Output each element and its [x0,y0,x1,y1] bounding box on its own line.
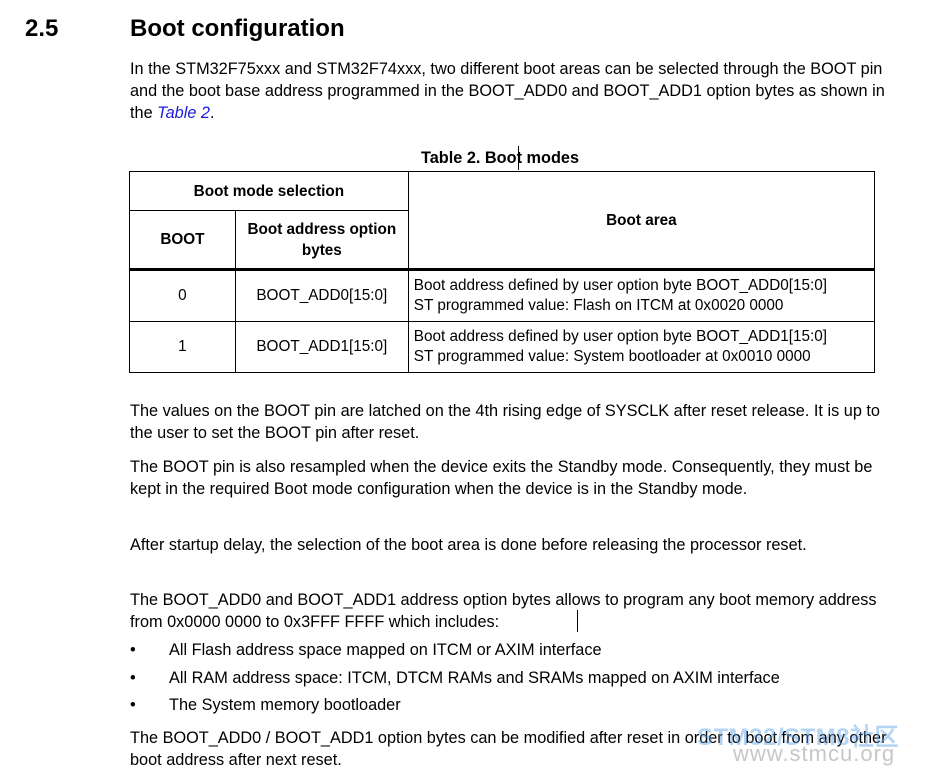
table-row: 0 BOOT_ADD0[15:0] Boot address defined b… [129,269,876,322]
header-boot-mode-selection: Boot mode selection [129,171,409,211]
section-title: Boot configuration [130,15,345,42]
cell-area: Boot address defined by user option byte… [407,269,876,322]
text-cursor [577,610,578,632]
closing-paragraph: The BOOT_ADD0 / BOOT_ADD1 option bytes c… [130,729,887,769]
list-item-text: All RAM address space: ITCM, DTCM RAMs a… [169,669,780,687]
paragraph: The BOOT pin is also resampled when the … [130,458,873,498]
cell-boot: 0 [129,269,236,322]
cell-area: Boot address defined by user option byte… [407,321,876,373]
cell-area-line: ST programmed value: Flash on ITCM at 0x… [413,297,784,314]
list-item-text: All Flash address space mapped on ITCM o… [169,641,602,659]
table-row: 1 BOOT_ADD1[15:0] Boot address defined b… [129,321,876,373]
paragraph: The values on the BOOT pin are latched o… [130,402,880,442]
boot-modes-table: Boot mode selection Boot area BOOT Boot … [129,171,876,373]
text-cursor [518,146,519,170]
cell-area-line: Boot address defined by user option byte… [413,327,828,345]
list-item-text: The System memory bootloader [169,696,401,714]
cell-area-line: Boot address defined by user option byte… [413,276,828,294]
header-boot: BOOT [129,210,236,271]
bullet-icon: • [130,641,136,659]
intro-text: In the STM32F75xxx and STM32F74xxx, two … [130,60,885,122]
cell-boot: 1 [129,321,236,373]
section-number: 2.5 [25,15,59,42]
cell-area-line: ST programmed value: System bootloader a… [413,348,811,365]
bullet-icon: • [130,696,136,714]
paragraph: The BOOT_ADD0 and BOOT_ADD1 address opti… [130,591,877,631]
intro-text-end: . [209,104,215,122]
cell-address: BOOT_ADD1[15:0] [234,321,409,373]
table-caption: Table 2. Boot modes [420,149,579,167]
table-2-link[interactable]: Table 2 [157,104,210,122]
cell-address: BOOT_ADD0[15:0] [234,269,409,322]
header-boot-area: Boot area [407,171,876,271]
bullet-icon: • [130,669,136,687]
header-boot-address-option-bytes: Boot address option bytes [234,210,409,271]
paragraph: After startup delay, the selection of th… [130,536,807,554]
intro-paragraph: In the STM32F75xxx and STM32F74xxx, two … [130,58,890,124]
